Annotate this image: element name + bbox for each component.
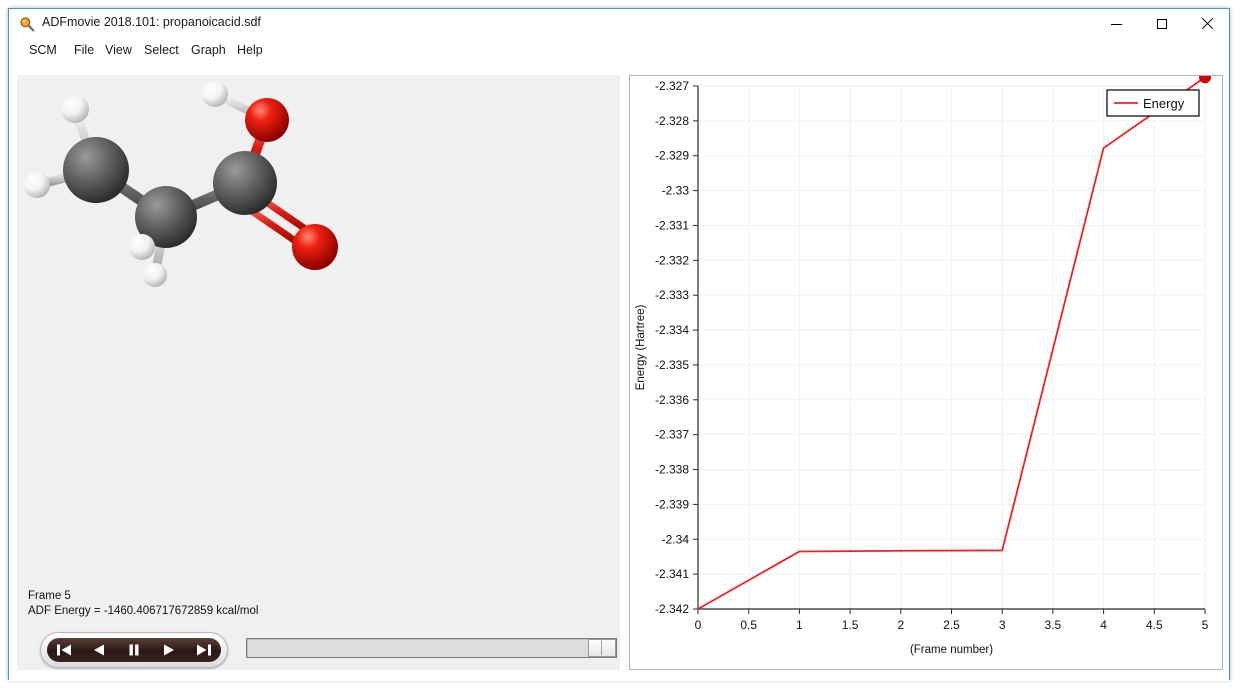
playback-button-strip	[47, 638, 221, 662]
maximize-icon	[1156, 19, 1167, 29]
svg-text:-2.328: -2.328	[655, 114, 689, 128]
molecule-3d-render	[24, 81, 338, 287]
chart-axes	[693, 85, 1206, 614]
title-bar: ADFmovie 2018.101: propanoicacid.sdf	[9, 9, 1229, 39]
svg-text:0: 0	[695, 618, 702, 632]
window-title: ADFmovie 2018.101: propanoicacid.sdf	[42, 15, 261, 29]
skip-forward-icon	[196, 644, 211, 656]
molecule-atoms	[24, 81, 338, 287]
atom-hydrogen	[202, 81, 228, 107]
step-backward-button[interactable]	[86, 640, 112, 660]
atom-carbon	[63, 137, 129, 203]
svg-text:-2.329: -2.329	[655, 149, 689, 163]
menu-item-file[interactable]: File	[71, 41, 97, 59]
play-button[interactable]	[156, 640, 182, 660]
atom-oxygen	[245, 98, 289, 142]
pause-button[interactable]	[121, 640, 147, 660]
svg-text:-2.332: -2.332	[655, 253, 689, 267]
svg-text:-2.333: -2.333	[655, 288, 689, 302]
svg-text:-2.335: -2.335	[655, 358, 689, 372]
chart-gridlines	[698, 85, 1206, 609]
svg-text:-2.337: -2.337	[655, 428, 689, 442]
pause-icon	[129, 644, 139, 656]
menu-item-select[interactable]: Select	[141, 41, 182, 59]
minimize-button[interactable]	[1094, 9, 1139, 39]
main-content: Frame 5 ADF Energy = -1460.406717672859 …	[9, 61, 1229, 681]
energy-label: ADF Energy = -1460.406717672859 kcal/mol	[28, 605, 259, 617]
energy-line-chart: -2.327 -2.328 -2.329 -2.33 -2.331 -2.332 -2.33…	[635, 76, 1211, 656]
molecule-viewport[interactable]: Frame 5 ADF Energy = -1460.406717672859 …	[17, 75, 620, 670]
magnifier-icon	[19, 16, 35, 32]
playback-controls	[40, 632, 228, 668]
svg-text:-2.34: -2.34	[662, 532, 690, 546]
svg-text:Energy (Hartree): Energy (Hartree)	[635, 305, 647, 391]
atom-hydrogen	[129, 234, 155, 260]
adfmovie-window: ADFmovie 2018.101: propanoicacid.sdf SCM…	[8, 8, 1230, 681]
svg-text:2.5: 2.5	[943, 618, 960, 632]
svg-text:3: 3	[999, 618, 1006, 632]
maximize-button[interactable]	[1139, 9, 1184, 39]
rewind-icon	[94, 644, 105, 656]
minimize-icon	[1111, 23, 1122, 25]
menu-bar: SCM File View Select Graph Help	[9, 39, 1229, 61]
atom-oxygen	[292, 224, 338, 270]
svg-text:(Frame number): (Frame number)	[910, 644, 993, 656]
atom-hydrogen	[24, 172, 50, 198]
frame-slider-thumb[interactable]	[588, 639, 616, 657]
menu-item-view[interactable]: View	[102, 41, 135, 59]
skip-back-icon	[57, 644, 72, 656]
play-icon	[163, 644, 174, 656]
svg-text:Energy: Energy	[1143, 96, 1185, 111]
svg-text:-2.341: -2.341	[655, 567, 689, 581]
menu-item-help[interactable]: Help	[234, 41, 266, 59]
svg-text:3.5: 3.5	[1045, 618, 1062, 632]
svg-text:-2.342: -2.342	[655, 602, 689, 616]
skip-to-end-button[interactable]	[191, 640, 217, 660]
atom-hydrogen	[143, 263, 167, 287]
svg-text:2: 2	[897, 618, 904, 632]
svg-text:-2.336: -2.336	[655, 393, 689, 407]
atom-carbon	[213, 151, 277, 215]
svg-text:-2.33: -2.33	[662, 184, 690, 198]
chart-legend[interactable]: Energy	[1106, 89, 1200, 117]
svg-text:-2.334: -2.334	[655, 323, 689, 337]
svg-text:4: 4	[1100, 618, 1107, 632]
close-icon	[1201, 18, 1213, 30]
status-text: Frame 5 ADF Energy = -1460.406717672859 …	[28, 589, 258, 619]
svg-text:5: 5	[1202, 618, 1209, 632]
frame-number-label: Frame 5	[28, 590, 71, 602]
frame-slider[interactable]	[246, 638, 617, 658]
chart-tick-labels: -2.327 -2.328 -2.329 -2.33 -2.331 -2.332 -2.33…	[655, 79, 1209, 632]
skip-to-start-button[interactable]	[51, 640, 77, 660]
svg-text:-2.327: -2.327	[655, 79, 689, 93]
svg-text:-2.331: -2.331	[655, 218, 689, 232]
svg-text:-2.338: -2.338	[655, 463, 689, 477]
atom-hydrogen	[61, 95, 89, 123]
energy-chart-panel[interactable]: -2.327 -2.328 -2.329 -2.33 -2.331 -2.332 -2.33…	[629, 75, 1223, 670]
close-button[interactable]	[1184, 9, 1229, 39]
menu-item-scm[interactable]: SCM	[26, 41, 60, 59]
svg-text:1: 1	[796, 618, 803, 632]
svg-text:0.5: 0.5	[740, 618, 757, 632]
svg-text:1.5: 1.5	[842, 618, 859, 632]
svg-text:4.5: 4.5	[1146, 618, 1163, 632]
svg-text:-2.339: -2.339	[655, 497, 689, 511]
menu-item-graph[interactable]: Graph	[188, 41, 229, 59]
